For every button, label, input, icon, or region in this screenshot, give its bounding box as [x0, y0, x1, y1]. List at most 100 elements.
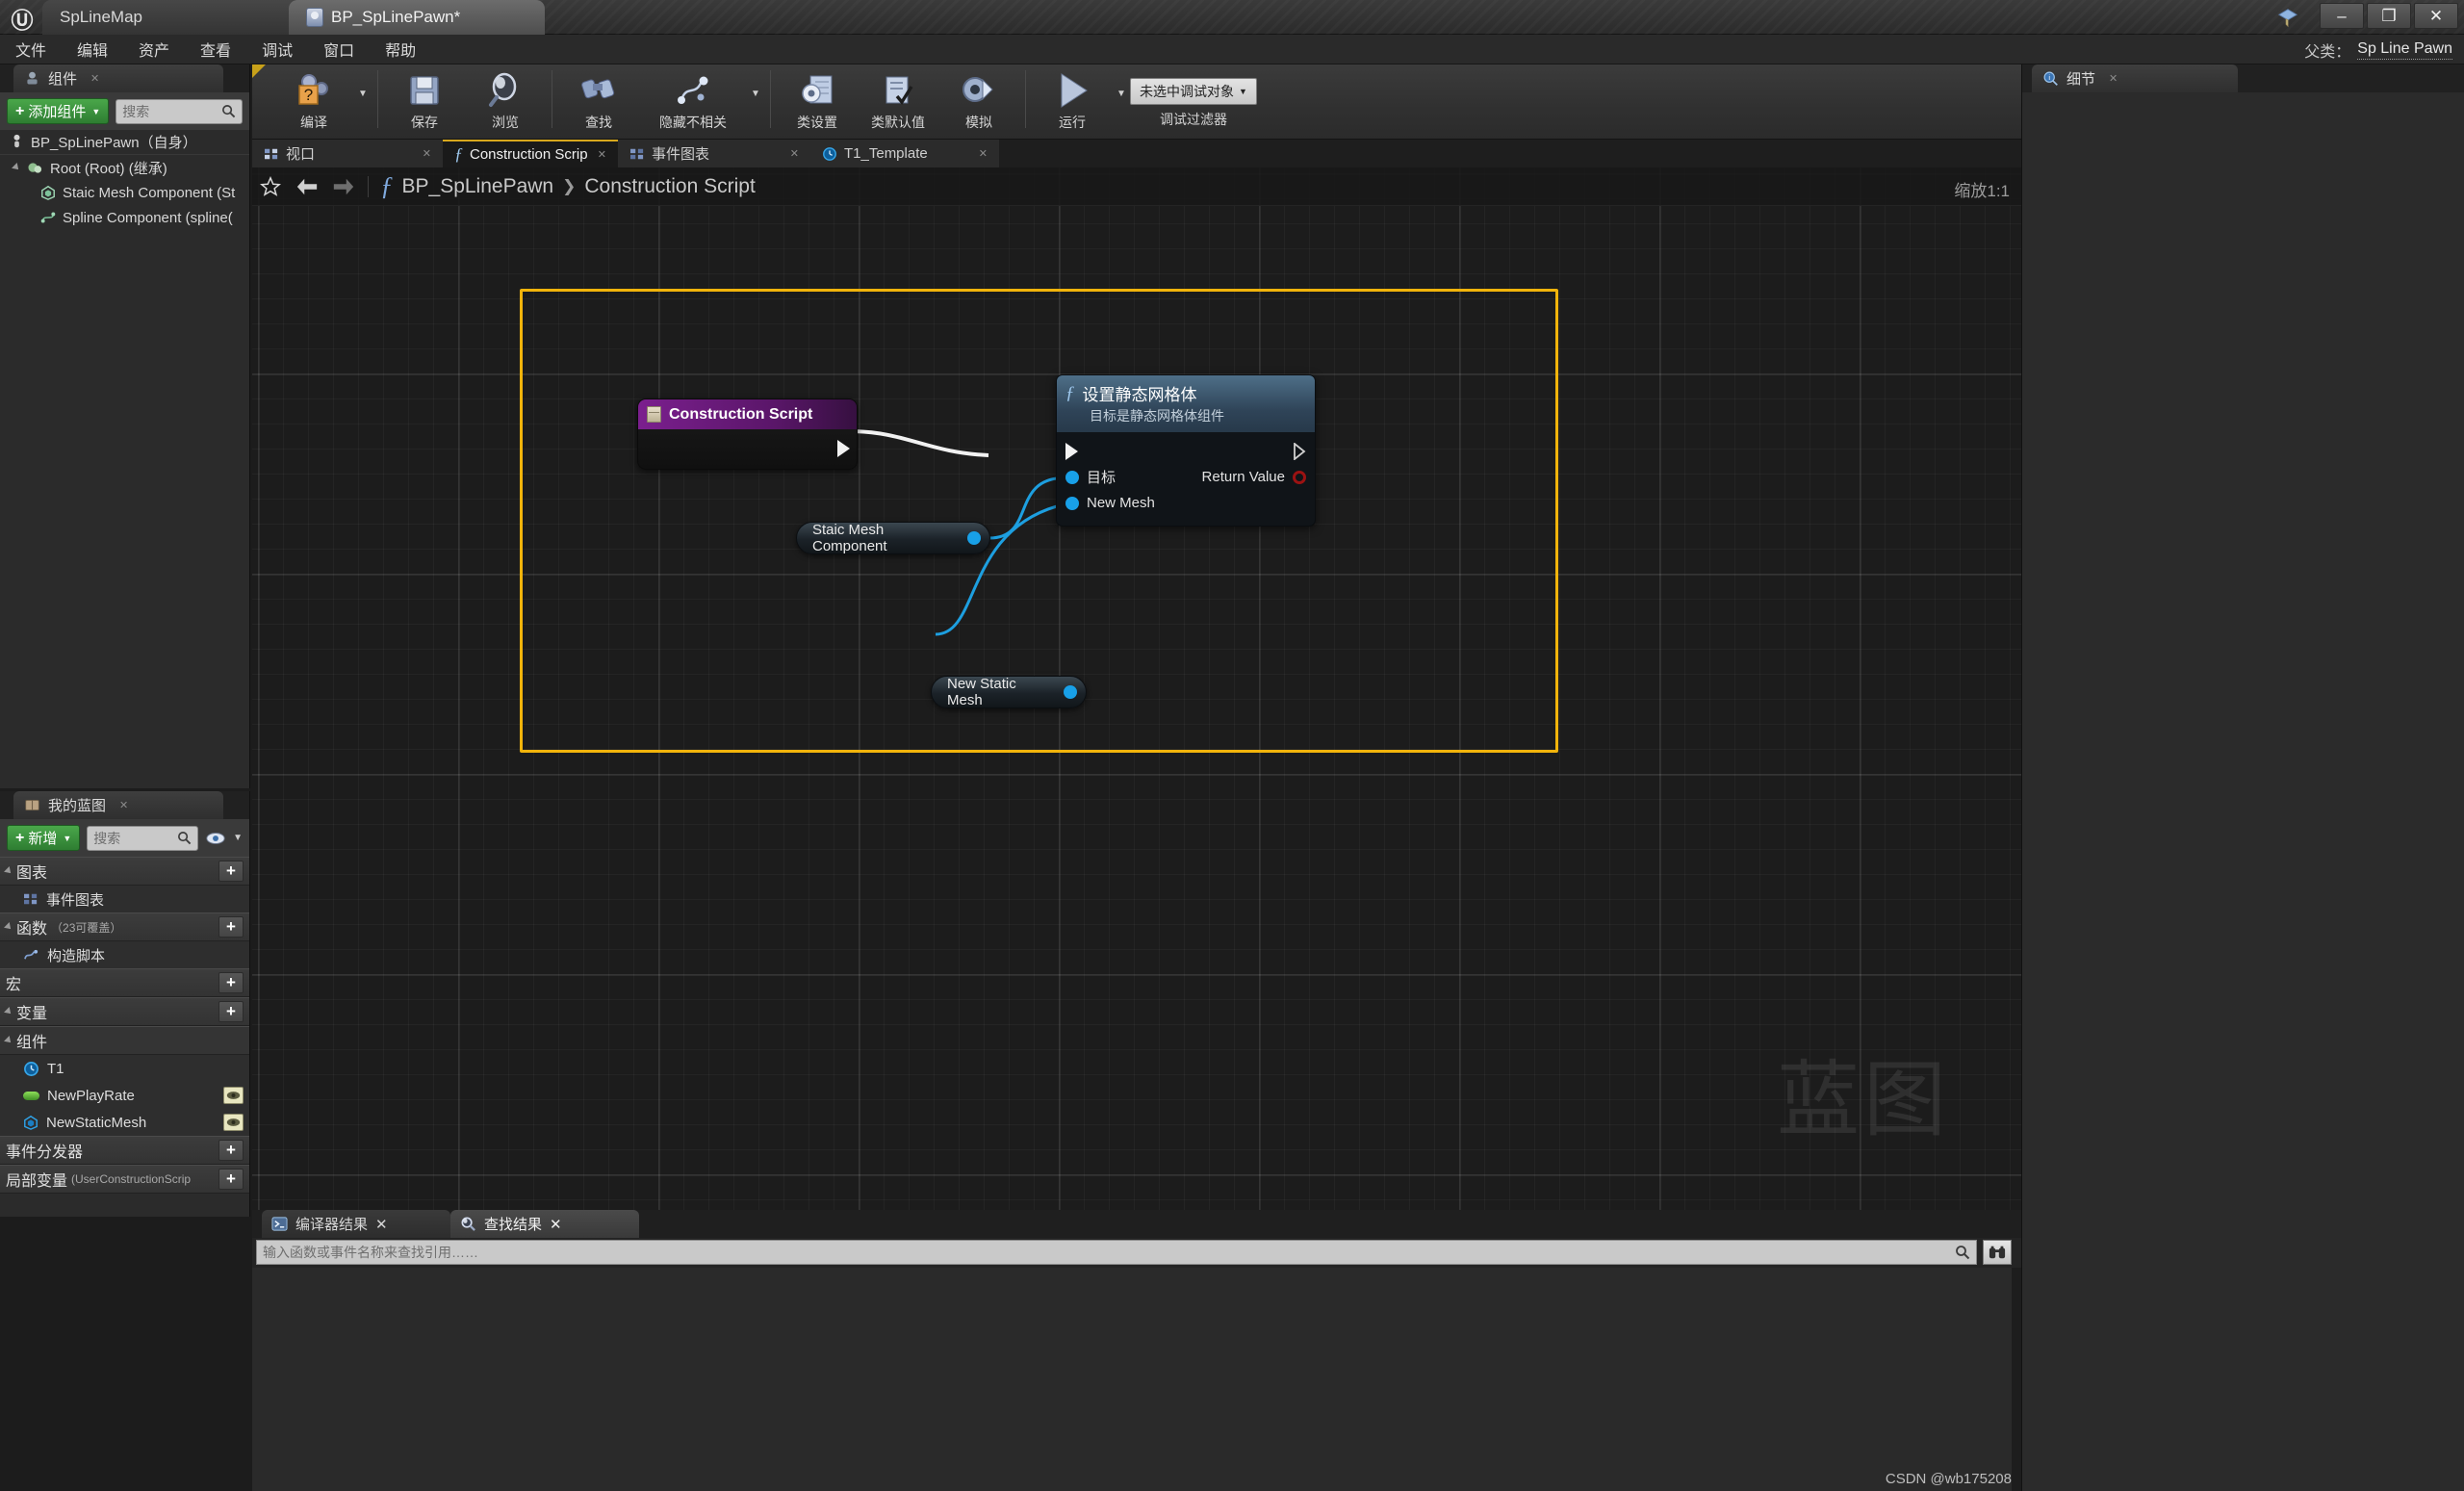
pin-dot-icon[interactable]: [967, 531, 981, 545]
maximize-button[interactable]: ❐: [2367, 3, 2411, 29]
class-defaults-button[interactable]: 类默认值: [858, 64, 938, 138]
pin-new-mesh[interactable]: New Mesh: [1065, 495, 1155, 511]
add-graph-button[interactable]: +: [218, 861, 244, 882]
node-get-static-mesh-component[interactable]: Staic Mesh Component: [796, 522, 990, 554]
menu-window[interactable]: 窗口: [308, 35, 370, 64]
close-icon[interactable]: ✕: [550, 1216, 562, 1233]
tab-my-blueprint[interactable]: 我的蓝图 ✕: [13, 791, 223, 819]
section-functions[interactable]: 函数 （23可覆盖） +: [0, 913, 249, 941]
component-root[interactable]: Root (Root) (继承): [0, 155, 249, 180]
tab-event-graph[interactable]: 事件图表 ✕: [618, 140, 810, 167]
component-static-mesh[interactable]: Staic Mesh Component (St: [0, 180, 249, 205]
add-macro-button[interactable]: +: [218, 972, 244, 993]
tab-compiler-results[interactable]: 编译器结果 ✕: [262, 1210, 450, 1238]
simulate-button[interactable]: 模拟: [938, 64, 1019, 138]
find-button[interactable]: 查找: [558, 64, 639, 138]
close-icon[interactable]: ✕: [119, 799, 128, 811]
section-macros[interactable]: 宏 +: [0, 968, 249, 997]
node-set-static-mesh[interactable]: ƒ 设置静态网格体 目标是静态网格体组件 目标 Return Value New…: [1056, 374, 1316, 527]
menu-edit[interactable]: 编辑: [62, 35, 123, 64]
add-dispatcher-button[interactable]: +: [218, 1140, 244, 1161]
pin-exec-out[interactable]: [837, 440, 850, 457]
hide-unrelated-dropdown-icon[interactable]: ▼: [747, 64, 764, 138]
variable-t1[interactable]: T1: [0, 1055, 249, 1082]
close-icon[interactable]: ✕: [90, 72, 99, 85]
my-blueprint-search-input[interactable]: 搜索: [87, 825, 199, 851]
results-scrollbar[interactable]: [2012, 1268, 2021, 1491]
node-construction-script[interactable]: Construction Script: [637, 398, 858, 470]
expander-icon[interactable]: [12, 163, 21, 172]
class-settings-button[interactable]: 类设置: [777, 64, 858, 138]
eye-icon[interactable]: [205, 831, 226, 846]
pin-target[interactable]: 目标: [1065, 467, 1116, 487]
item-construction-script[interactable]: 构造脚本: [0, 941, 249, 968]
menu-debug[interactable]: 调试: [246, 35, 308, 64]
tab-details[interactable]: i 细节 ✕: [2032, 64, 2238, 92]
variable-newstaticmesh[interactable]: NewStaticMesh: [0, 1109, 249, 1136]
pin-return-value[interactable]: Return Value: [1202, 469, 1306, 485]
close-button[interactable]: ✕: [2414, 3, 2458, 29]
find-in-blueprints-button[interactable]: [1983, 1240, 2012, 1265]
add-new-button[interactable]: + 新增 ▼: [7, 825, 81, 851]
menu-view[interactable]: 查看: [185, 35, 246, 64]
expander-icon[interactable]: [4, 866, 13, 876]
minimize-button[interactable]: –: [2320, 3, 2364, 29]
play-dropdown-icon[interactable]: ▼: [1113, 64, 1130, 138]
eye-icon[interactable]: [223, 1087, 244, 1104]
tab-viewport[interactable]: 视口 ✕: [252, 140, 443, 167]
navigate-back-button[interactable]: [289, 167, 325, 206]
components-search-input[interactable]: 搜索: [116, 98, 243, 124]
window-tab-bp-splinepawn[interactable]: BP_SpLinePawn*: [289, 0, 545, 35]
close-icon[interactable]: ✕: [598, 148, 606, 161]
save-button[interactable]: 保存: [384, 64, 465, 138]
menu-asset[interactable]: 资产: [123, 35, 185, 64]
compile-dropdown-icon[interactable]: ▼: [354, 64, 372, 138]
close-icon[interactable]: ✕: [979, 147, 988, 160]
breadcrumb-leaf[interactable]: Construction Script: [584, 175, 755, 198]
breadcrumb-root[interactable]: BP_SpLinePawn: [402, 175, 554, 198]
item-event-graph[interactable]: 事件图表: [0, 886, 249, 913]
close-icon[interactable]: ✕: [2109, 72, 2118, 85]
pin-dot-icon[interactable]: [1064, 685, 1077, 699]
close-icon[interactable]: ✕: [423, 147, 431, 160]
add-variable-button[interactable]: +: [218, 1001, 244, 1022]
add-function-button[interactable]: +: [218, 916, 244, 938]
favorite-button[interactable]: [252, 167, 289, 206]
expander-icon[interactable]: [4, 922, 13, 932]
section-event-dispatchers[interactable]: 事件分发器 +: [0, 1136, 249, 1165]
tab-t1-template[interactable]: T1_Template ✕: [810, 140, 999, 167]
close-icon[interactable]: ✕: [375, 1216, 388, 1233]
blueprint-graph-canvas[interactable]: 蓝图 ƒ BP_SpLinePawn ❯ Construction Script…: [252, 167, 2021, 1210]
subsection-components[interactable]: 组件: [0, 1026, 249, 1055]
debug-object-select[interactable]: 未选中调试对象 ▼: [1130, 78, 1257, 105]
browse-button[interactable]: 浏览: [465, 64, 546, 138]
compile-button[interactable]: ? 编译: [273, 64, 354, 138]
component-root-self[interactable]: BP_SpLinePawn（自身）: [0, 130, 249, 155]
section-graphs[interactable]: 图表 +: [0, 857, 249, 886]
pin-exec-out[interactable]: [1294, 442, 1306, 460]
node-get-new-static-mesh[interactable]: New Static Mesh: [931, 676, 1087, 708]
menu-file[interactable]: 文件: [0, 35, 62, 64]
parent-class-value[interactable]: Sp Line Pawn: [2357, 40, 2452, 60]
expander-icon[interactable]: [4, 1036, 13, 1045]
add-local-variable-button[interactable]: +: [218, 1169, 244, 1190]
hide-unrelated-button[interactable]: 隐藏不相关: [639, 64, 747, 138]
section-variables[interactable]: 变量 +: [0, 997, 249, 1026]
find-results-search-input[interactable]: 输入函数或事件名称来查找引用……: [256, 1240, 1977, 1265]
expander-icon[interactable]: [4, 1007, 13, 1016]
chevron-down-icon[interactable]: ▼: [233, 833, 243, 843]
component-spline[interactable]: Spline Component (spline(: [0, 205, 249, 230]
window-tab-splinemap[interactable]: SpLineMap: [42, 0, 300, 35]
tab-find-results[interactable]: 查找结果 ✕: [450, 1210, 639, 1238]
navigate-forward-button[interactable]: [325, 167, 362, 206]
variable-newplayrate[interactable]: NewPlayRate: [0, 1082, 249, 1109]
section-local-variables[interactable]: 局部变量 (UserConstructionScrip +: [0, 1165, 249, 1194]
play-button[interactable]: 运行: [1032, 64, 1113, 138]
tab-components[interactable]: 组件 ✕: [13, 64, 223, 92]
add-component-button[interactable]: + 添加组件 ▼: [7, 98, 110, 124]
menu-help[interactable]: 帮助: [370, 35, 431, 64]
pin-exec-in[interactable]: [1065, 442, 1078, 460]
eye-icon[interactable]: [223, 1114, 244, 1131]
close-icon[interactable]: ✕: [790, 147, 799, 160]
find-results-list[interactable]: CSDN @wb175208: [252, 1268, 2021, 1491]
